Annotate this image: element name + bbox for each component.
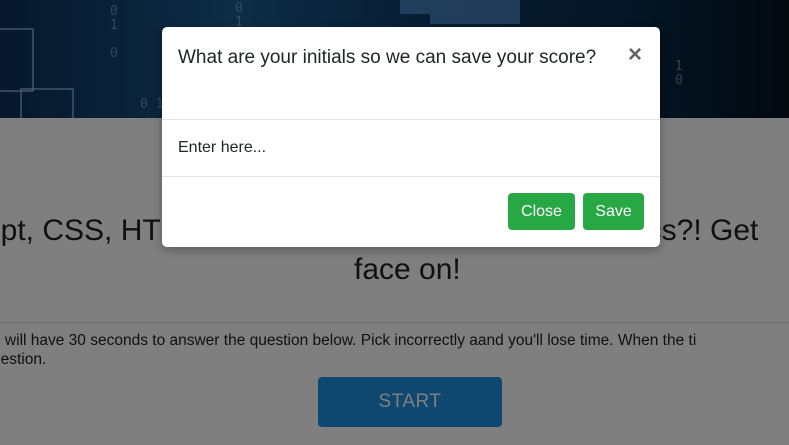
close-button[interactable]: Close	[508, 193, 575, 230]
initials-input[interactable]	[162, 120, 660, 176]
modal-header: What are your initials so we can save yo…	[162, 27, 660, 120]
save-score-modal: What are your initials so we can save yo…	[162, 27, 660, 247]
close-icon[interactable]: ×	[624, 43, 646, 67]
modal-body	[162, 120, 660, 177]
modal-title: What are your initials so we can save yo…	[178, 47, 597, 68]
save-button[interactable]: Save	[583, 193, 644, 230]
